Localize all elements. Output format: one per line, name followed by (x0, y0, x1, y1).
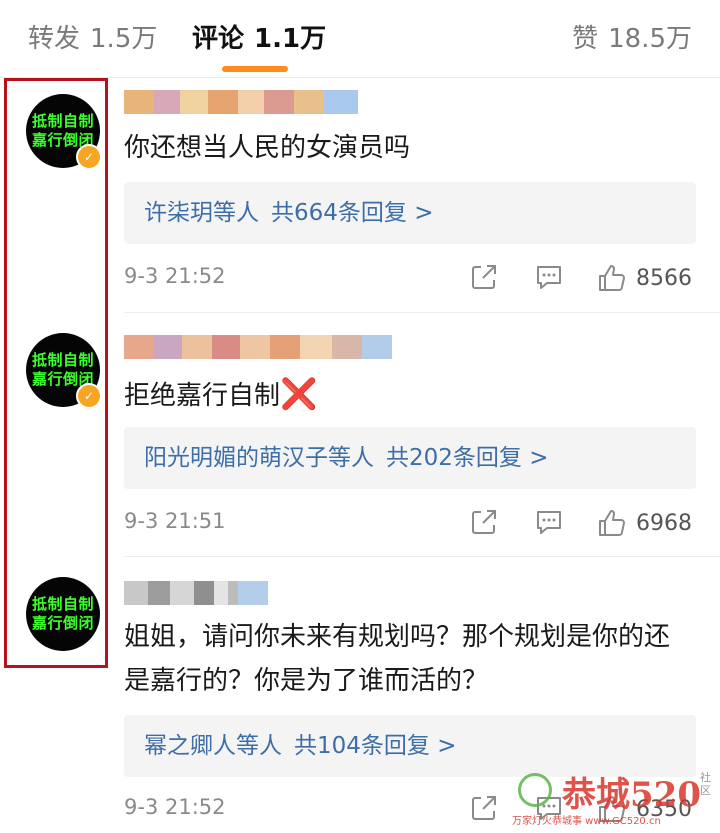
tab-comments[interactable]: 评论 1.1万 (192, 18, 326, 55)
comment-meta: 9-3 21:52 8566 (124, 260, 696, 300)
share-icon[interactable] (469, 507, 499, 537)
watermark-title: 恭城520 (562, 775, 701, 815)
share-icon[interactable] (469, 793, 499, 823)
username-blurred[interactable] (124, 335, 392, 359)
comment-text: 拒绝嘉行自制❌ (124, 373, 694, 418)
comment-icon[interactable] (534, 507, 564, 537)
comment-time: 9-3 21:52 (124, 264, 226, 288)
reply-users: 许柒玥等人 (144, 200, 259, 226)
tab-repost[interactable]: 转发 1.5万 (28, 18, 157, 55)
comment-tabs: 转发 1.5万 评论 1.1万 赞 18.5万 (0, 0, 720, 78)
reply-total: 共202条回复 > (386, 445, 549, 471)
comment-meta: 9-3 21:51 6968 (124, 505, 696, 545)
site-watermark: 恭城520 社区 万家灯火恭城事 www.GC520.cn (512, 767, 712, 827)
active-tab-indicator (222, 66, 288, 72)
like-button[interactable]: 8566 (596, 262, 692, 294)
comment-text: 姐姐，请问你未来有规划吗？那个规划是你的还是嘉行的？你是为了谁而活的？ (124, 622, 671, 696)
comment-time: 9-3 21:51 (124, 509, 226, 533)
replies-preview[interactable]: 许柒玥等人 共664条回复 > (124, 182, 696, 244)
comment-time: 9-3 21:52 (124, 795, 226, 819)
reply-users: 幂之卿人等人 (144, 733, 282, 759)
comment-item: 抵制自制 嘉行倒闭 ✓ 你还想当人民的女演员吗 许柒玥等人 共664条回复 > 9… (0, 78, 720, 314)
tab-count: 18.5万 (608, 24, 692, 54)
watermark-side: 社区 (700, 771, 711, 797)
comment-text-content: 拒绝嘉行自制 (124, 381, 281, 411)
share-icon[interactable] (469, 262, 499, 292)
thumbs-up-icon (599, 510, 625, 536)
tab-label: 赞 (572, 24, 599, 54)
replies-preview[interactable]: 阳光明媚的萌汉子等人 共202条回复 > (124, 427, 696, 489)
username-blurred[interactable] (124, 90, 358, 114)
tab-count: 1.1万 (254, 24, 327, 54)
watermark-subtitle: 万家灯火恭城事 www.GC520.cn (512, 816, 661, 827)
like-button[interactable]: 6968 (596, 507, 692, 539)
avatar-highlight-frame (4, 78, 108, 668)
tab-count: 1.5万 (90, 24, 158, 54)
tab-label: 转发 (28, 24, 81, 54)
comment-icon[interactable] (534, 262, 564, 292)
reply-total: 共104条回复 > (294, 733, 457, 759)
like-count: 6968 (636, 510, 692, 536)
watermark-logo-icon (518, 773, 552, 807)
tab-likes[interactable]: 赞 18.5万 (572, 18, 692, 55)
reply-total: 共664条回复 > (271, 200, 434, 226)
reply-users: 阳光明媚的萌汉子等人 (144, 445, 374, 471)
username-blurred[interactable] (124, 581, 268, 605)
tab-label: 评论 (192, 24, 245, 54)
comment-item: 抵制自制 嘉行倒闭 ✓ 拒绝嘉行自制❌ 阳光明媚的萌汉子等人 共202条回复 > … (0, 313, 720, 557)
comment-text: 你还想当人民的女演员吗 (124, 133, 411, 163)
thumbs-up-icon (599, 265, 625, 291)
cross-mark-emoji-icon: ❌ (280, 377, 318, 412)
like-count: 8566 (636, 265, 692, 291)
